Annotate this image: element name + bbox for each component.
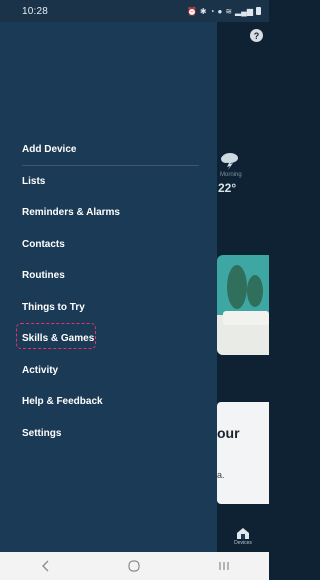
alexa-app-screen: 10:28 ⏰ ✱ ◔ ● ≋ ▂▄▆ ? Morning 22° our a. bbox=[0, 0, 269, 580]
home-button[interactable] bbox=[104, 560, 164, 572]
status-bar: 10:28 ⏰ ✱ ◔ ● ≋ ▂▄▆ bbox=[0, 0, 269, 22]
help-icon[interactable]: ? bbox=[250, 29, 263, 42]
menu-item-help-feedback[interactable]: Help & Feedback bbox=[0, 386, 217, 418]
menu-item-label: Add Device bbox=[22, 144, 77, 156]
menu-item-lists[interactable]: Lists bbox=[0, 166, 217, 198]
feature-card-subtext: a. bbox=[217, 470, 225, 480]
recents-icon bbox=[219, 562, 229, 570]
menu-item-settings[interactable]: Settings bbox=[0, 418, 217, 450]
menu-item-label: Help & Feedback bbox=[22, 396, 103, 408]
home-circle-icon bbox=[128, 560, 141, 572]
menu-item-label: Reminders & Alarms bbox=[22, 207, 120, 219]
menu-item-routines[interactable]: Routines bbox=[0, 260, 217, 292]
promo-card[interactable] bbox=[217, 255, 269, 355]
bluetooth-icon: ✱ bbox=[199, 6, 207, 16]
menu-item-label: Routines bbox=[22, 270, 65, 282]
status-time: 10:28 bbox=[22, 5, 49, 17]
menu-item-reminders-alarms[interactable]: Reminders & Alarms bbox=[0, 197, 217, 229]
feature-card[interactable] bbox=[217, 402, 269, 504]
tab-devices[interactable]: Devices bbox=[217, 522, 269, 552]
menu-item-label: Settings bbox=[22, 427, 62, 439]
skills-games-highlight bbox=[16, 323, 96, 349]
location-icon: ● bbox=[217, 6, 223, 16]
menu-item-activity[interactable]: Activity bbox=[0, 355, 217, 387]
menu-item-label: Contacts bbox=[22, 238, 65, 250]
drawer-menu: Add Device Lists Reminders & Alarms Cont… bbox=[0, 134, 217, 449]
battery-icon bbox=[256, 7, 261, 15]
feature-card-title: our bbox=[217, 425, 240, 441]
tab-devices-label: Devices bbox=[234, 540, 252, 546]
menu-item-things-to-try[interactable]: Things to Try bbox=[0, 292, 217, 324]
menu-item-label: Activity bbox=[22, 364, 59, 376]
cactus-illustration bbox=[217, 265, 269, 355]
signal-icon: ▂▄▆ bbox=[235, 6, 253, 16]
status-icons: ⏰ ✱ ◔ ● ≋ ▂▄▆ bbox=[187, 7, 261, 16]
system-nav-bar bbox=[0, 552, 269, 580]
weather-temp: 22° bbox=[218, 181, 237, 195]
back-button[interactable] bbox=[15, 560, 75, 572]
devices-home-icon bbox=[237, 528, 249, 539]
back-chevron-icon bbox=[41, 560, 49, 572]
menu-item-label: Things to Try bbox=[22, 301, 85, 313]
weather-label: Morning bbox=[220, 172, 242, 178]
menu-item-add-device[interactable]: Add Device bbox=[0, 134, 217, 166]
menu-item-label: Lists bbox=[22, 175, 46, 187]
alarm-icon: ⏰ bbox=[186, 6, 197, 16]
menu-item-contacts[interactable]: Contacts bbox=[0, 229, 217, 261]
mute-icon: ◔ bbox=[209, 6, 215, 16]
wifi-icon: ≋ bbox=[225, 6, 233, 16]
recents-button[interactable] bbox=[194, 561, 254, 571]
navigation-drawer: Add Device Lists Reminders & Alarms Cont… bbox=[0, 22, 217, 552]
